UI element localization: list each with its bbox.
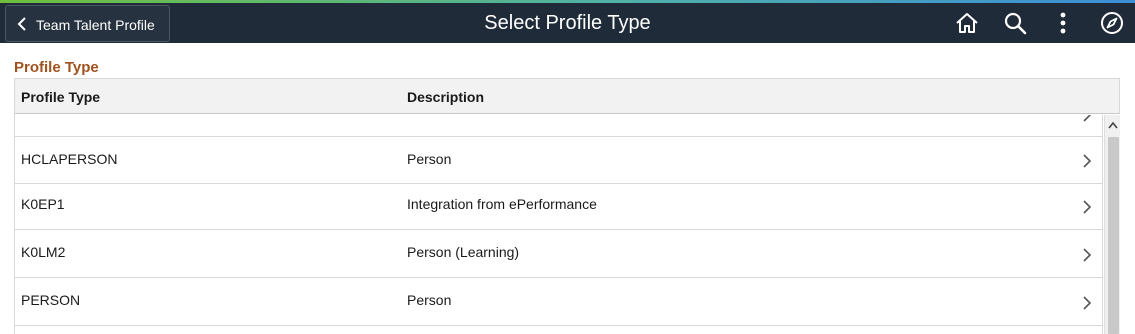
top-navigation-bar: Team Talent Profile Select Profile Type: [0, 3, 1135, 43]
grid-rows: HCLAPERSON Person K0EP1 Integration from…: [15, 115, 1103, 334]
scrollbar-thumb[interactable]: [1108, 137, 1119, 334]
description-cell: Person: [407, 151, 452, 167]
profile-type-cell: K0EP1: [21, 196, 65, 212]
chevron-right-icon: [1083, 154, 1091, 168]
description-cell: Person: [407, 292, 452, 308]
description-cell: Person (Learning): [407, 244, 520, 260]
grid-header-row: Profile Type Description: [15, 78, 1120, 114]
chevron-right-icon: [1083, 248, 1091, 262]
chevron-right-icon: [1083, 115, 1091, 122]
chevron-left-icon: [17, 17, 26, 31]
profile-type-grid: Profile Type Description HCLAPERSON Pers…: [14, 78, 1120, 334]
vertical-scrollbar[interactable]: [1104, 115, 1120, 334]
home-icon[interactable]: [954, 10, 980, 36]
profile-type-cell: HCLAPERSON: [21, 151, 118, 167]
column-header-description: Description: [407, 89, 485, 105]
profile-type-cell: PERSON: [21, 292, 81, 308]
table-row[interactable]: [15, 115, 1102, 137]
profile-type-cell: K0LM2: [21, 244, 66, 260]
back-button[interactable]: Team Talent Profile: [5, 5, 170, 42]
table-row[interactable]: HCLAPERSON Person: [15, 137, 1102, 184]
description-cell: Integration from ePerformance: [407, 196, 597, 212]
chevron-right-icon: [1083, 296, 1091, 310]
compass-icon[interactable]: [1099, 10, 1125, 36]
back-button-label: Team Talent Profile: [36, 17, 155, 33]
table-row[interactable]: K0EP1 Integration from ePerformance: [15, 184, 1102, 230]
column-header-profile-type: Profile Type: [21, 89, 101, 105]
search-icon[interactable]: [1002, 10, 1028, 36]
scroll-up-arrow-icon[interactable]: [1108, 121, 1118, 129]
more-vertical-icon[interactable]: [1050, 10, 1076, 36]
table-row[interactable]: K0LM2 Person (Learning): [15, 230, 1102, 278]
section-title: Profile Type: [14, 59, 99, 76]
table-row[interactable]: PERSON Person: [15, 278, 1102, 326]
chevron-right-icon: [1083, 200, 1091, 214]
